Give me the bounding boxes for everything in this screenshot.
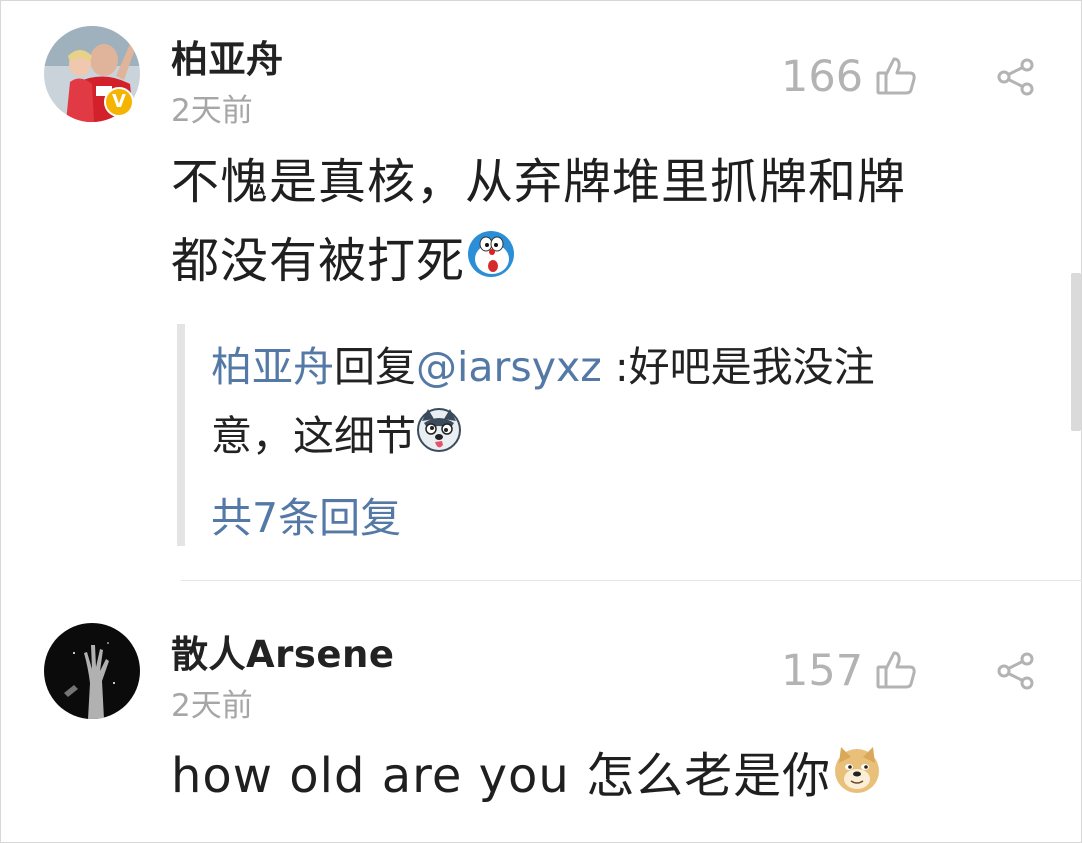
- divider: [181, 580, 1082, 581]
- doraemon-emoji-icon: [465, 225, 517, 304]
- thumbs-up-icon[interactable]: [875, 649, 917, 695]
- reply-line: 意，这细节: [211, 402, 875, 474]
- comment-text: how old are you 怎么老是你: [171, 737, 883, 819]
- like-count: 166: [781, 52, 864, 102]
- reply-content: 意，这细节: [211, 412, 416, 460]
- reply-action: 回复: [334, 343, 416, 391]
- comment-text-segment: how old are you 怎么老是你: [171, 748, 832, 804]
- timestamp: 2天前: [171, 688, 253, 724]
- comment-text-line: 都没有被打死: [171, 222, 906, 304]
- reply-line: 柏亚舟回复@iarsyxz :好吧是我没注: [211, 333, 875, 402]
- reply-preview[interactable]: 柏亚舟回复@iarsyxz :好吧是我没注 意，这细节 共7条回复: [177, 324, 1065, 546]
- doge-emoji-icon: [831, 740, 883, 819]
- husky-emoji-icon: [416, 405, 462, 474]
- reply-author-link[interactable]: 柏亚舟: [211, 343, 334, 391]
- comment-list: V 柏亚舟 2天前 166 不愧是真核，从弃牌堆里抓牌和牌 都没有被打死 柏亚舟…: [0, 0, 1082, 843]
- reply-text: 柏亚舟回复@iarsyxz :好吧是我没注 意，这细节: [211, 333, 875, 474]
- thumbs-up-icon[interactable]: [875, 55, 917, 101]
- mention-link[interactable]: @iarsyxz: [416, 343, 602, 391]
- scrollbar[interactable]: [1071, 273, 1081, 431]
- username[interactable]: 柏亚舟: [171, 29, 284, 83]
- username[interactable]: 散人Arsene: [171, 624, 394, 678]
- comment-text-segment: 都没有被打死: [171, 233, 466, 289]
- verified-badge-icon: V: [104, 87, 134, 117]
- more-replies-link[interactable]: 共7条回复: [211, 484, 401, 544]
- share-icon[interactable]: [996, 651, 1036, 695]
- avatar[interactable]: [44, 623, 140, 719]
- comment-text: 不愧是真核，从弃牌堆里抓牌和牌 都没有被打死: [171, 143, 906, 304]
- like-count: 157: [781, 646, 864, 696]
- share-icon[interactable]: [996, 57, 1036, 101]
- timestamp: 2天前: [171, 93, 253, 129]
- comment-text-line: 不愧是真核，从弃牌堆里抓牌和牌: [171, 154, 907, 210]
- reply-content: :好吧是我没注: [601, 343, 875, 391]
